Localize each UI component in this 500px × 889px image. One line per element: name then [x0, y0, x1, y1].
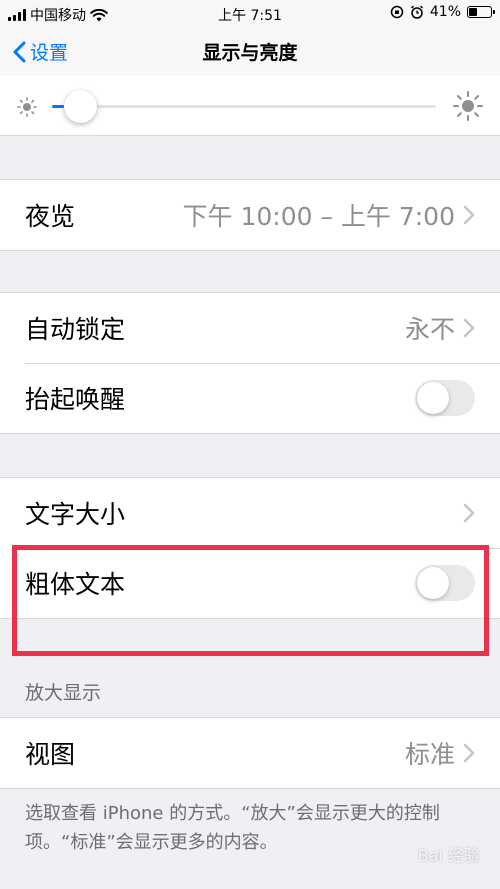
night-shift-row[interactable]: 夜览 下午 10:00 – 上午 7:00 — [0, 180, 500, 250]
chevron-right-icon — [463, 743, 475, 763]
bold-text-row: 粗体文本 — [0, 548, 500, 618]
battery-percent: 41% — [429, 4, 461, 20]
toggle-knob — [417, 567, 449, 599]
page-title: 显示与亮度 — [202, 42, 298, 64]
display-zoom-header: 放大显示 — [25, 682, 102, 704]
status-bar: 中国移动 上午 7:51 41% — [0, 0, 500, 26]
view-value: 标准 — [404, 740, 455, 769]
bold-text-toggle[interactable] — [415, 565, 475, 601]
lock-group: 自动锁定 永不 抬起唤醒 — [0, 292, 500, 434]
sun-small-icon — [17, 97, 37, 117]
chevron-right-icon — [463, 318, 475, 338]
raise-to-wake-row: 抬起唤醒 — [0, 363, 500, 433]
display-zoom-footer: 选取查看 iPhone 的方式。“放大”会显示更大的控制项。“标准”会显示更多的… — [25, 803, 440, 853]
view-label: 视图 — [25, 740, 76, 769]
orientation-lock-icon — [390, 5, 404, 19]
chevron-right-icon — [463, 205, 475, 225]
alarm-icon — [410, 5, 423, 19]
auto-lock-row[interactable]: 自动锁定 永不 — [0, 293, 500, 363]
chevron-right-icon — [463, 503, 475, 523]
sun-large-icon — [453, 91, 483, 121]
raise-to-wake-label: 抬起唤醒 — [25, 385, 126, 414]
brightness-row — [0, 76, 500, 136]
bold-text-label: 粗体文本 — [25, 570, 126, 599]
battery-icon — [467, 6, 495, 18]
brightness-slider-thumb[interactable] — [63, 90, 97, 123]
auto-lock-label: 自动锁定 — [25, 315, 126, 344]
raise-to-wake-toggle[interactable] — [415, 380, 475, 416]
night-shift-label: 夜览 — [25, 202, 76, 231]
brightness-slider-fill — [52, 105, 64, 108]
watermark: Bai 经验 — [417, 846, 480, 865]
view-row[interactable]: 视图 标准 — [0, 718, 500, 788]
toggle-knob — [417, 382, 449, 414]
auto-lock-value: 永不 — [404, 315, 455, 344]
display-zoom-group: 视图 标准 — [0, 717, 500, 789]
night-shift-value: 下午 10:00 – 上午 7:00 — [182, 202, 455, 231]
status-right: 41% — [390, 4, 495, 20]
text-size-label: 文字大小 — [25, 500, 126, 529]
battery-fill — [469, 8, 477, 16]
brightness-slider-track[interactable] — [52, 105, 436, 108]
text-size-row[interactable]: 文字大小 — [0, 478, 500, 548]
night-shift-group: 夜览 下午 10:00 – 上午 7:00 — [0, 179, 500, 251]
navigation-bar: 设置 显示与亮度 — [0, 26, 500, 76]
text-group: 文字大小 粗体文本 — [0, 477, 500, 619]
